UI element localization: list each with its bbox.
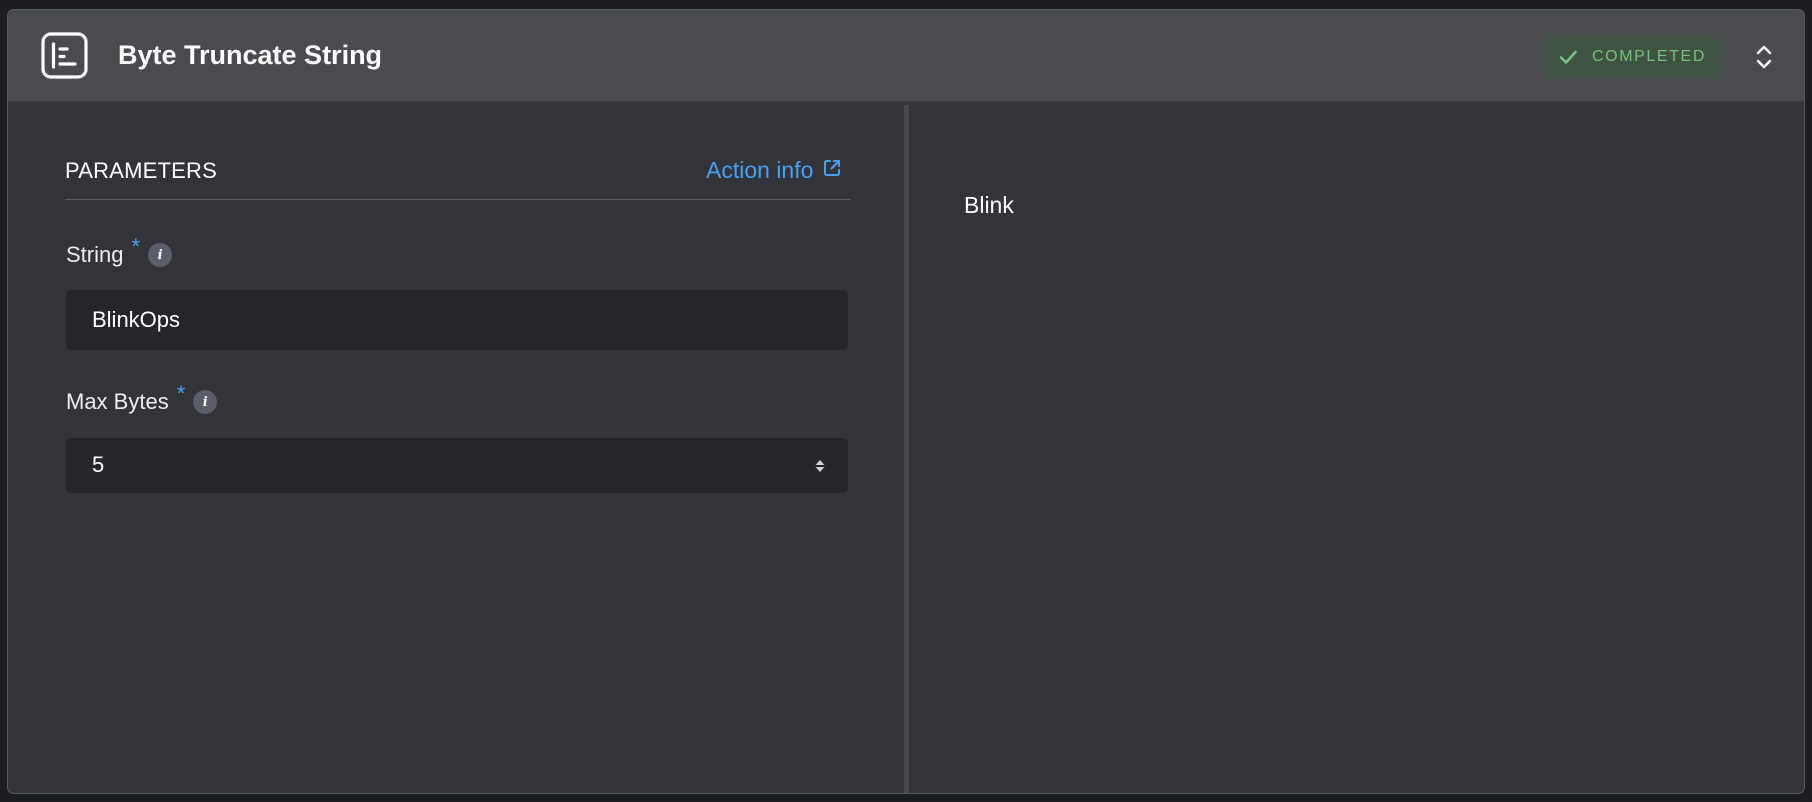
required-asterisk: *: [131, 234, 141, 259]
max-bytes-input[interactable]: 5: [66, 438, 848, 493]
step-list-icon: [41, 32, 88, 79]
output-panel: Blink: [909, 102, 1804, 793]
number-spinner-icon[interactable]: [814, 456, 826, 476]
external-link-icon: [824, 159, 841, 176]
action-info-label: Action info: [706, 157, 814, 183]
parameters-panel: PARAMETERS Action info String * i Max By…: [8, 102, 904, 793]
expand-collapse-icon[interactable]: [1749, 41, 1779, 73]
check-icon: [1559, 50, 1577, 64]
output-result: Blink: [964, 192, 1014, 218]
parameters-heading: PARAMETERS: [65, 158, 217, 183]
parameters-divider: [65, 199, 851, 200]
string-input[interactable]: [66, 290, 848, 350]
step-header[interactable]: Byte Truncate String COMPLETED: [8, 10, 1804, 102]
string-field-label: String * i: [66, 234, 173, 268]
required-asterisk: *: [176, 381, 186, 406]
step-card: Byte Truncate String COMPLETED PARAMETER…: [7, 9, 1805, 794]
action-info-link[interactable]: Action info: [706, 157, 842, 184]
string-label-text: String: [66, 242, 124, 267]
max-bytes-field-label: Max Bytes * i: [66, 381, 218, 415]
status-badge: COMPLETED: [1544, 35, 1721, 79]
max-bytes-value: 5: [92, 452, 105, 477]
step-title: Byte Truncate String: [118, 40, 383, 70]
info-icon[interactable]: i: [193, 390, 218, 414]
info-icon[interactable]: i: [148, 243, 173, 267]
max-bytes-label-text: Max Bytes: [66, 389, 169, 414]
status-text: COMPLETED: [1592, 48, 1706, 65]
